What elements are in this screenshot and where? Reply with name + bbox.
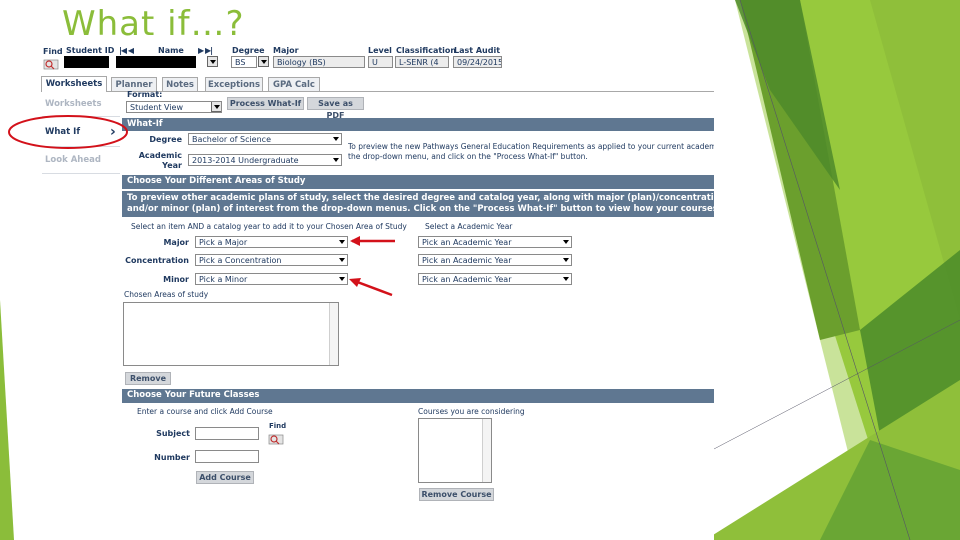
enter-course-note: Enter a course and click Add Course xyxy=(137,407,273,416)
degree-dropdown-button[interactable] xyxy=(258,56,269,67)
tab-gpa-calc[interactable]: GPA Calc xyxy=(268,77,320,91)
number-label: Number xyxy=(154,453,190,462)
select-year-note: Select a Academic Year xyxy=(425,222,513,231)
whatif-degree-select[interactable]: Bachelor of Science xyxy=(188,133,342,145)
save-pdf-button[interactable]: Save as PDF xyxy=(307,97,364,120)
last-audit-value: 09/24/2015 xyxy=(453,56,502,68)
level-label: Level xyxy=(368,46,392,55)
degree-label: Degree xyxy=(232,46,265,55)
student-dropdown-button[interactable] xyxy=(207,56,218,67)
student-id-label: Student ID xyxy=(66,46,115,55)
whatif-info-line2: the drop-down menu, and click on the "Pr… xyxy=(348,152,588,161)
student-name-field xyxy=(116,56,196,68)
classification-label: Classification xyxy=(396,46,457,55)
major-select[interactable]: Pick a Major xyxy=(195,236,348,248)
format-label: Format: xyxy=(127,90,163,99)
sidebar-item-worksheets[interactable]: Worksheets xyxy=(45,99,102,109)
areas-bar: Choose Your Different Areas of Study xyxy=(122,175,714,189)
tab-baseline xyxy=(107,91,714,92)
concentration-year-select[interactable]: Pick an Academic Year xyxy=(418,254,572,266)
considering-label: Courses you are considering xyxy=(418,407,525,416)
minor-row-label: Minor xyxy=(163,275,189,284)
chosen-areas-label: Chosen Areas of study xyxy=(124,290,209,299)
format-select[interactable]: Student View xyxy=(126,101,222,113)
number-input[interactable] xyxy=(195,450,259,463)
tab-exceptions[interactable]: Exceptions xyxy=(205,77,263,91)
prev-nav-icons[interactable]: |◀ ◀ xyxy=(119,46,134,55)
minor-select[interactable]: Pick a Minor xyxy=(195,273,348,285)
major-value: Biology (BS) xyxy=(273,56,365,68)
major-label: Major xyxy=(273,46,299,55)
name-label: Name xyxy=(158,46,184,55)
concentration-row-label: Concentration xyxy=(125,256,189,265)
major-year-select[interactable]: Pick an Academic Year xyxy=(418,236,572,248)
subject-find-icon[interactable] xyxy=(268,430,284,445)
future-bar: Choose Your Future Classes xyxy=(122,389,714,403)
slide-title: What if…? xyxy=(62,4,245,44)
select-item-note: Select an item AND a catalog year to add… xyxy=(131,222,407,231)
whatif-year-select[interactable]: 2013-2014 Undergraduate xyxy=(188,154,342,166)
process-whatif-button[interactable]: Process What-If xyxy=(227,97,304,110)
sidebar-divider xyxy=(42,146,120,147)
sidebar-divider xyxy=(42,116,120,117)
whatif-info-line1: To preview the new Pathways General Educ… xyxy=(348,142,714,151)
chosen-areas-scrollbar[interactable] xyxy=(329,303,338,365)
tab-planner[interactable]: Planner xyxy=(111,77,157,91)
next-nav-icons[interactable]: ▶ ▶| xyxy=(198,46,213,55)
major-row-label: Major xyxy=(163,238,189,247)
sidebar-divider xyxy=(42,173,120,174)
minor-year-select[interactable]: Pick an Academic Year xyxy=(418,273,572,285)
chosen-areas-list[interactable] xyxy=(123,302,339,366)
remove-area-button[interactable]: Remove xyxy=(125,372,171,385)
areas-instructions: To preview other academic plans of study… xyxy=(122,191,714,217)
degree-select[interactable]: BS xyxy=(231,56,257,68)
whatif-bar: What-If xyxy=(122,118,714,131)
subject-input[interactable] xyxy=(195,427,259,440)
add-course-button[interactable]: Add Course xyxy=(196,471,254,484)
remove-course-button[interactable]: Remove Course xyxy=(419,488,494,501)
sidebar-item-look-ahead[interactable]: Look Ahead xyxy=(45,155,101,165)
tab-notes[interactable]: Notes xyxy=(162,77,198,91)
sidebar-item-what-if[interactable]: What If xyxy=(45,127,80,137)
tab-worksheets[interactable]: Worksheets xyxy=(41,76,107,92)
student-id-field[interactable] xyxy=(64,56,109,68)
whatif-year-label: Academic Year xyxy=(138,151,182,170)
classification-value: L-SENR (4 xyxy=(395,56,449,68)
subject-label: Subject xyxy=(156,429,190,438)
considering-list[interactable] xyxy=(418,418,492,483)
considering-scrollbar[interactable] xyxy=(482,419,491,482)
last-audit-label: Last Audit xyxy=(454,46,501,55)
subject-find-label: Find xyxy=(269,422,287,430)
find-icon[interactable] xyxy=(43,55,59,70)
whatif-degree-label: Degree xyxy=(149,135,182,144)
chevron-right-icon: › xyxy=(110,124,116,140)
concentration-select[interactable]: Pick a Concentration xyxy=(195,254,348,266)
level-value: U xyxy=(368,56,393,68)
